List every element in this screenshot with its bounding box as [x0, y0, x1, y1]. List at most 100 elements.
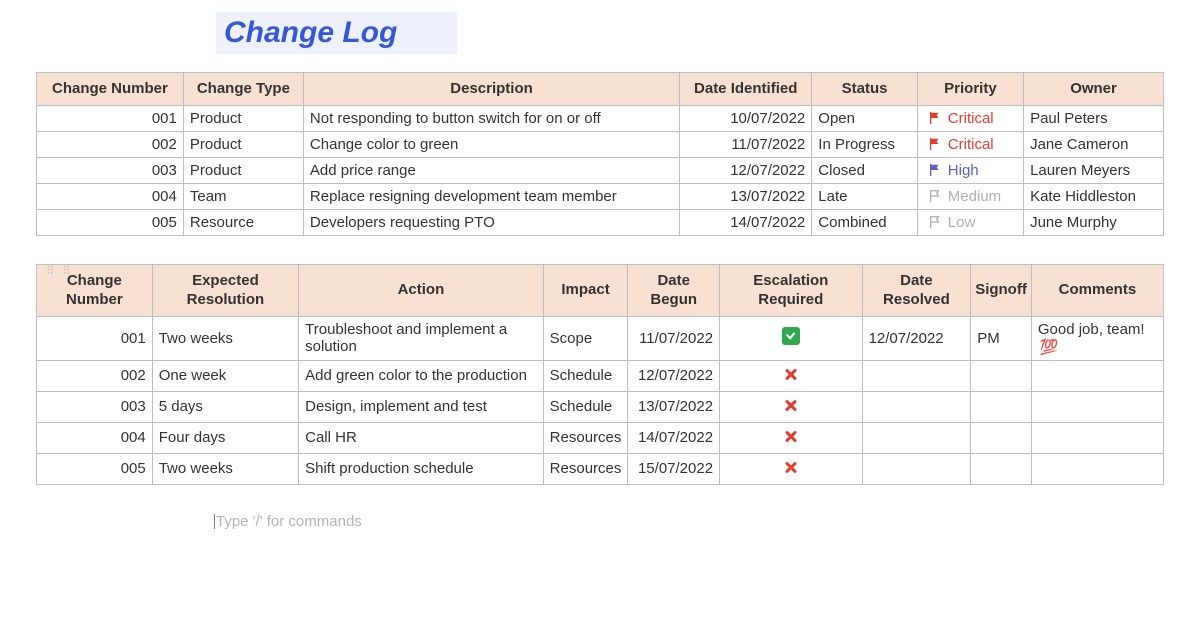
cell-change-number: 001 — [37, 105, 184, 131]
table-row[interactable]: 002One weekAdd green color to the produc… — [37, 360, 1164, 391]
cell-change-number: 001 — [37, 316, 153, 360]
cell-date-resolved — [862, 453, 971, 484]
cell-description: Change color to green — [303, 131, 679, 157]
cell-action: Add green color to the production — [299, 360, 544, 391]
cell-comments — [1031, 422, 1163, 453]
cross-icon — [782, 396, 800, 414]
cell-priority: Low — [917, 209, 1023, 235]
priority-label: Critical — [948, 136, 994, 153]
cell-owner: June Murphy — [1024, 209, 1164, 235]
priority-label: Critical — [948, 110, 994, 127]
cell-owner: Kate Hiddleston — [1024, 183, 1164, 209]
table-row[interactable]: 005Two weeksShift production scheduleRes… — [37, 453, 1164, 484]
cell-date-begun: 12/07/2022 — [628, 360, 720, 391]
table-row[interactable]: 004TeamReplace resigning development tea… — [37, 183, 1164, 209]
cell-change-type: Team — [183, 183, 303, 209]
cell-change-number: 004 — [37, 183, 184, 209]
cell-escalation — [720, 391, 863, 422]
cell-priority: Critical — [917, 105, 1023, 131]
cell-date-begun: 11/07/2022 — [628, 316, 720, 360]
cell-impact: Resources — [543, 453, 628, 484]
column-header: Status — [812, 73, 918, 106]
cell-comments — [1031, 453, 1163, 484]
cell-change-type: Product — [183, 105, 303, 131]
cell-escalation — [720, 422, 863, 453]
cell-signoff: PM — [971, 316, 1032, 360]
column-header: Date Resolved — [862, 264, 971, 316]
cell-action: Shift production schedule — [299, 453, 544, 484]
cell-description: Replace resigning development team membe… — [303, 183, 679, 209]
cell-action: Design, implement and test — [299, 391, 544, 422]
cell-date-identified: 11/07/2022 — [680, 131, 812, 157]
column-header: Escalation Required — [720, 264, 863, 316]
cell-change-number: 002 — [37, 360, 153, 391]
cell-date-identified: 13/07/2022 — [680, 183, 812, 209]
cell-status: Late — [812, 183, 918, 209]
table-row[interactable]: 0035 daysDesign, implement and testSched… — [37, 391, 1164, 422]
cell-description: Add price range — [303, 157, 679, 183]
cell-status: Closed — [812, 157, 918, 183]
flag-icon — [928, 136, 948, 153]
cell-comments — [1031, 360, 1163, 391]
cell-escalation — [720, 316, 863, 360]
cell-expected-resolution: Four days — [152, 422, 298, 453]
cell-impact: Resources — [543, 422, 628, 453]
cell-change-type: Resource — [183, 209, 303, 235]
priority-label: High — [948, 162, 979, 179]
cell-date-begun: 13/07/2022 — [628, 391, 720, 422]
cell-priority: High — [917, 157, 1023, 183]
title-band: Change Log — [216, 12, 457, 54]
cell-change-number: 005 — [37, 453, 153, 484]
cell-escalation — [720, 360, 863, 391]
check-icon — [782, 327, 800, 345]
cell-comments: Good job, team!💯 — [1031, 316, 1163, 360]
table-row[interactable]: 003ProductAdd price range12/07/2022Close… — [37, 157, 1164, 183]
cell-expected-resolution: 5 days — [152, 391, 298, 422]
cell-change-type: Product — [183, 157, 303, 183]
cell-owner: Jane Cameron — [1024, 131, 1164, 157]
cell-change-number: 005 — [37, 209, 184, 235]
cell-signoff — [971, 422, 1032, 453]
cell-signoff — [971, 391, 1032, 422]
cell-expected-resolution: Two weeks — [152, 453, 298, 484]
cell-impact: Schedule — [543, 360, 628, 391]
flag-icon — [928, 110, 948, 127]
cell-action: Troubleshoot and implement a solution — [299, 316, 544, 360]
cell-status: Combined — [812, 209, 918, 235]
column-header: Change Type — [183, 73, 303, 106]
table-row[interactable]: 001Two weeksTroubleshoot and implement a… — [37, 316, 1164, 360]
cell-priority: Medium — [917, 183, 1023, 209]
cell-owner: Paul Peters — [1024, 105, 1164, 131]
column-header: Description — [303, 73, 679, 106]
cell-status: Open — [812, 105, 918, 131]
page-title: Change Log — [224, 16, 397, 49]
cell-owner: Lauren Meyers — [1024, 157, 1164, 183]
flag-icon — [928, 162, 948, 179]
cell-action: Call HR — [299, 422, 544, 453]
command-input[interactable]: Type '/' for commands — [216, 513, 1164, 530]
cell-date-resolved — [862, 422, 971, 453]
cell-change-number: 002 — [37, 131, 184, 157]
cell-change-number: 004 — [37, 422, 153, 453]
change-log-table-2: Change NumberExpected ResolutionActionIm… — [36, 264, 1164, 485]
cell-expected-resolution: Two weeks — [152, 316, 298, 360]
cell-date-resolved: 12/07/2022 — [862, 316, 971, 360]
cell-impact: Scope — [543, 316, 628, 360]
drag-handle-icon[interactable]: ⠿ ⠿ — [46, 264, 73, 278]
table-row[interactable]: 001ProductNot responding to button switc… — [37, 105, 1164, 131]
cell-signoff — [971, 360, 1032, 391]
cell-date-identified: 10/07/2022 — [680, 105, 812, 131]
priority-label: Low — [948, 214, 976, 231]
cross-icon — [782, 365, 800, 383]
cell-date-identified: 14/07/2022 — [680, 209, 812, 235]
column-header: Comments — [1031, 264, 1163, 316]
hundred-icon: 💯 — [1040, 339, 1059, 356]
table-row[interactable]: 005ResourceDevelopers requesting PTO14/0… — [37, 209, 1164, 235]
flag-icon — [928, 214, 948, 231]
cell-status: In Progress — [812, 131, 918, 157]
cell-date-resolved — [862, 391, 971, 422]
table-row[interactable]: 004Four daysCall HRResources14/07/2022 — [37, 422, 1164, 453]
column-header: Expected Resolution — [152, 264, 298, 316]
column-header: Priority — [917, 73, 1023, 106]
table-row[interactable]: 002ProductChange color to green11/07/202… — [37, 131, 1164, 157]
